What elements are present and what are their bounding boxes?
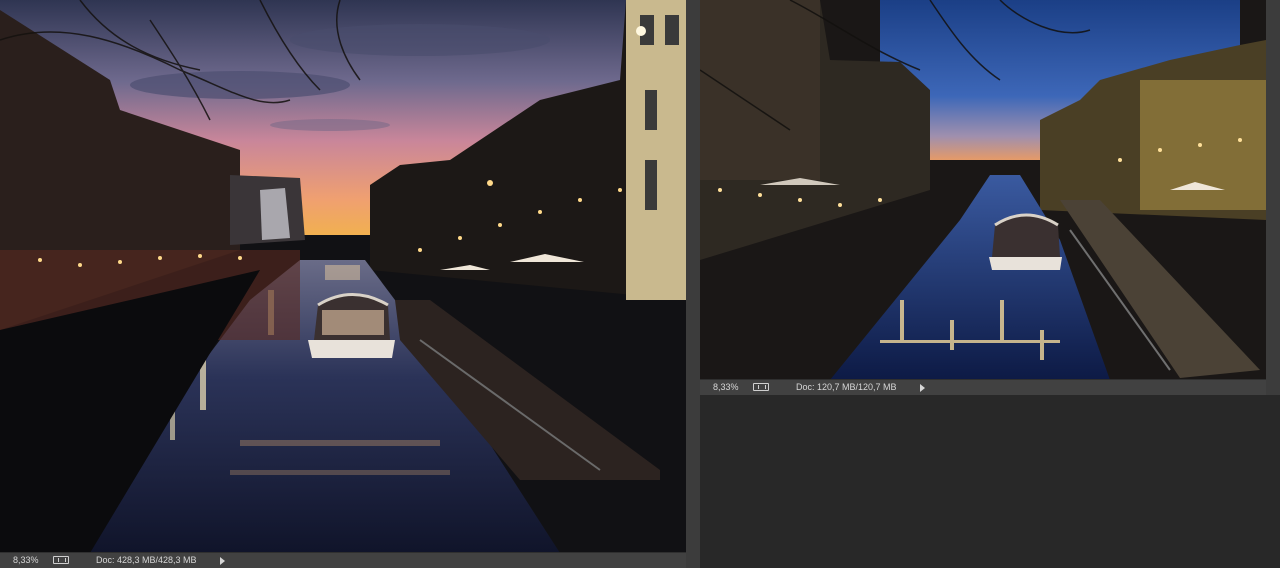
document-size-info: Doc: 428,3 MB/428,3 MB (96, 555, 197, 565)
right-status-bar: 8,33% Doc: 120,7 MB/120,7 MB (700, 379, 1280, 395)
zoom-level[interactable]: 8,33% (13, 553, 39, 568)
arrow-right-icon[interactable] (220, 557, 225, 565)
left-canal-photo (0, 0, 686, 553)
right-window-scrollbar[interactable] (1266, 0, 1280, 395)
left-window-scrollbar[interactable] (686, 0, 700, 568)
right-document-canvas[interactable] (700, 0, 1266, 380)
info-toggle-icon[interactable] (753, 383, 769, 391)
left-document-window: 8,33% Doc: 428,3 MB/428,3 MB (0, 0, 700, 568)
arrow-right-icon[interactable] (920, 384, 925, 392)
document-size-info: Doc: 120,7 MB/120,7 MB (796, 382, 897, 392)
zoom-level[interactable]: 8,33% (713, 380, 739, 395)
right-canal-photo (700, 0, 1266, 380)
right-document-window: 8,33% Doc: 120,7 MB/120,7 MB (700, 0, 1280, 395)
info-toggle-icon[interactable] (53, 556, 69, 564)
left-status-bar: 8,33% Doc: 428,3 MB/428,3 MB (0, 552, 700, 568)
left-document-canvas[interactable] (0, 0, 686, 553)
